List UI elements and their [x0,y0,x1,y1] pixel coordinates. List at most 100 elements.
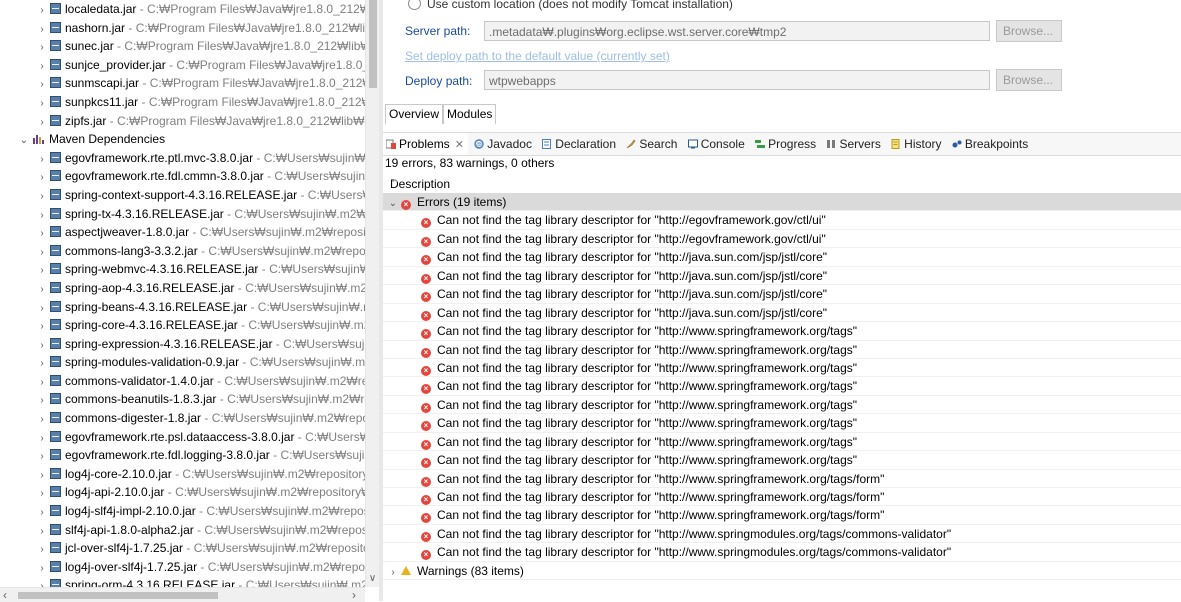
custom-location-option[interactable]: Use custom location (does not modify Tom… [408,0,733,11]
jar-item[interactable]: › spring-beans-4.3.16.RELEASE.jar - C:₩Us… [0,298,365,317]
error-row[interactable]: × Can not find the tag library descriptor… [383,488,1181,507]
jar-item[interactable]: › sunjce_provider.jar - C:₩Program Files₩… [0,56,365,75]
jar-item[interactable]: › commons-lang3-3.3.2.jar - C:₩Users₩suji… [0,242,365,261]
jar-path: - C:₩Users₩sujin₩.m [239,355,365,370]
jar-item[interactable]: › spring-core-4.3.16.RELEASE.jar - C:₩Use… [0,316,365,335]
close-icon[interactable]: ✕ [455,139,464,151]
error-row[interactable]: × Can not find the tag library descriptor… [383,451,1181,470]
jar-item[interactable]: › spring-expression-4.3.16.RELEASE.jar - … [0,335,365,354]
scroll-down-icon[interactable]: ∨ [366,573,379,585]
explorer-vertical-scrollbar[interactable]: ∨ [365,0,379,587]
jar-item[interactable]: › log4j-over-slf4j-1.7.25.jar - C:₩Users₩… [0,558,365,577]
tab-overview[interactable]: Overview [385,104,444,124]
jar-item[interactable]: › spring-modules-validation-0.9.jar - C:₩… [0,353,365,372]
error-row[interactable]: × Can not find the tag library descriptor… [383,433,1181,452]
jar-icon [50,393,61,405]
jar-item[interactable]: › log4j-core-2.10.0.jar - C:₩Users₩sujin₩… [0,465,365,484]
jar-path: - C:₩Program Files₩Java₩jre1.8.0_212₩lib… [106,113,365,128]
tab-history[interactable]: History [888,133,945,155]
error-row[interactable]: × Can not find the tag library descriptor… [383,396,1181,415]
jar-item[interactable]: › spring-aop-4.3.16.RELEASE.jar - C:₩User… [0,279,365,298]
tab-progress[interactable]: Progress [752,133,820,155]
error-row[interactable]: × Can not find the tag library descriptor… [383,230,1181,249]
jar-icon [50,188,61,200]
jar-item[interactable]: › jcl-over-slf4j-1.7.25.jar - C:₩Users₩su… [0,539,365,558]
jar-item[interactable]: › egovframework.rte.ptl.mvc-3.8.0.jar - C… [0,149,365,168]
jar-path: - C:₩Users₩sujin₩.m2₩repos [197,243,365,258]
error-row[interactable]: × Can not find the tag library descriptor… [383,304,1181,323]
error-message: Can not find the tag library descriptor … [437,379,858,394]
warnings-group[interactable]: › Warnings (83 items) [383,562,1181,582]
jar-item[interactable]: › commons-beanutils-1.8.3.jar - C:₩Users₩… [0,390,365,409]
jar-path: - C:₩Users₩sujin [263,169,365,184]
tab-breakpoints[interactable]: Breakpoints [949,133,1032,155]
explorer-horizontal-scrollbar[interactable]: ‹ › [0,587,365,602]
tab-console[interactable]: Console [685,133,749,155]
deploy-path-field[interactable]: wtpwebapps [484,70,990,90]
description-column-header[interactable]: Description ⌃ [383,173,1181,194]
deploy-path-browse-button[interactable]: Browse... [996,69,1062,91]
jar-name: commons-validator-1.4.0.jar [65,373,214,388]
error-row[interactable]: × Can not find the tag library descriptor… [383,341,1181,359]
jar-item[interactable]: › log4j-slf4j-impl-2.10.0.jar - C:₩Users₩… [0,502,365,521]
jar-item[interactable]: › aspectjweaver-1.8.0.jar - C:₩Users₩suji… [0,223,365,242]
tab-problems[interactable]: Problems ✕ [383,133,468,155]
jar-name: sunjce_provider.jar [65,57,166,72]
error-message: Can not find the tag library descriptor … [437,453,858,468]
tab-search[interactable]: Search [623,133,681,155]
jar-path: - C:₩Program Files₩Java₩jre1.8.0_212₩li [138,94,365,109]
error-row[interactable]: × Can not find the tag library descriptor… [383,248,1181,267]
jar-item[interactable]: › commons-digester-1.8.jar - C:₩Users₩suj… [0,409,365,428]
jar-item[interactable]: › log4j-api-2.10.0.jar - C:₩Users₩sujin₩.… [0,483,365,502]
error-row[interactable]: × Can not find the tag library descriptor… [383,525,1181,544]
error-row[interactable]: × Can not find the tag library descriptor… [383,285,1181,304]
jar-item[interactable]: › localedata.jar - C:₩Program Files₩Java₩… [0,0,365,19]
error-row[interactable]: × Can not find the tag library descriptor… [383,543,1181,562]
maven-dependencies-node[interactable]: ⌄ Maven Dependencies [0,130,365,149]
jar-item[interactable]: › spring-tx-4.3.16.RELEASE.jar - C:₩Users… [0,205,365,224]
error-row[interactable]: × Can not find the tag library descriptor… [383,267,1181,286]
jar-item[interactable]: › spring-context-support-4.3.16.RELEASE.j… [0,186,365,205]
jar-item[interactable]: › nashorn.jar - C:₩Program Files₩Java₩jre… [0,19,365,38]
expand-icon[interactable]: › [387,564,399,582]
error-icon: × [421,310,431,321]
set-default-deploy-link[interactable]: Set deploy path to the default value (cu… [405,49,670,63]
radio-icon[interactable] [408,0,421,10]
scrollbar-thumb[interactable] [369,0,377,88]
tab-javadoc[interactable]: @ Javadoc [471,133,536,155]
server-path-field[interactable]: .metadata₩.plugins₩org.eclipse.wst.serve… [484,21,990,41]
jar-item[interactable]: › sunpkcs11.jar - C:₩Program Files₩Java₩j… [0,93,365,112]
scroll-left-icon[interactable]: ‹ [3,588,7,602]
tab-servers[interactable]: Servers [823,133,884,155]
jar-item[interactable]: › egovframework.rte.fdl.logging-3.8.0.jar… [0,446,365,465]
jar-item[interactable]: › commons-validator-1.4.0.jar - C:₩Users₩… [0,372,365,391]
jar-path: - C:₩Users₩sujin₩.m2 [250,299,365,314]
jar-name: spring-modules-validation-0.9.jar [65,355,240,370]
error-row[interactable]: × Can not find the tag library descriptor… [383,414,1181,433]
error-row[interactable]: × Can not find the tag library descriptor… [383,359,1181,378]
error-message: Can not find the tag library descriptor … [437,342,858,357]
javadoc-icon: @ [474,139,484,149]
error-message: Can not find the tag library descriptor … [437,360,858,375]
scroll-right-icon[interactable]: › [352,588,356,602]
jar-item[interactable]: › egovframework.rte.psl.dataaccess-3.8.0.… [0,428,365,447]
error-row[interactable]: × Can not find the tag library descriptor… [383,211,1181,230]
jar-name: sunpkcs11.jar [65,94,139,109]
jar-item[interactable]: › egovframework.rte.fdl.cmmn-3.8.0.jar - … [0,167,365,186]
error-row[interactable]: × Can not find the tag library descriptor… [383,322,1181,341]
tab-modules[interactable]: Modules [443,104,497,124]
error-message: Can not find the tag library descriptor … [437,416,858,431]
jar-item[interactable]: › sunec.jar - C:₩Program Files₩Java₩jre1.… [0,37,365,56]
jar-item[interactable]: › zipfs.jar - C:₩Program Files₩Java₩jre1.… [0,112,365,131]
jar-item[interactable]: › sunmscapi.jar - C:₩Program Files₩Java₩j… [0,74,365,93]
error-row[interactable]: × Can not find the tag library descriptor… [383,377,1181,396]
jar-path: - C:₩Users₩ [300,187,365,202]
jar-item[interactable]: › spring-webmvc-4.3.16.RELEASE.jar - C:₩U… [0,260,365,279]
server-path-browse-button[interactable]: Browse... [996,20,1062,42]
errors-group[interactable]: ⌄ × Errors (19 items) [383,193,1181,212]
jar-item[interactable]: › slf4j-api-1.8.0-alpha2.jar - C:₩Users₩s… [0,521,365,540]
error-row[interactable]: × Can not find the tag library descriptor… [383,470,1181,488]
tab-declaration[interactable]: Declaration [539,133,620,155]
error-row[interactable]: × Can not find the tag library descriptor… [383,506,1181,525]
scrollbar-thumb[interactable] [18,592,218,599]
